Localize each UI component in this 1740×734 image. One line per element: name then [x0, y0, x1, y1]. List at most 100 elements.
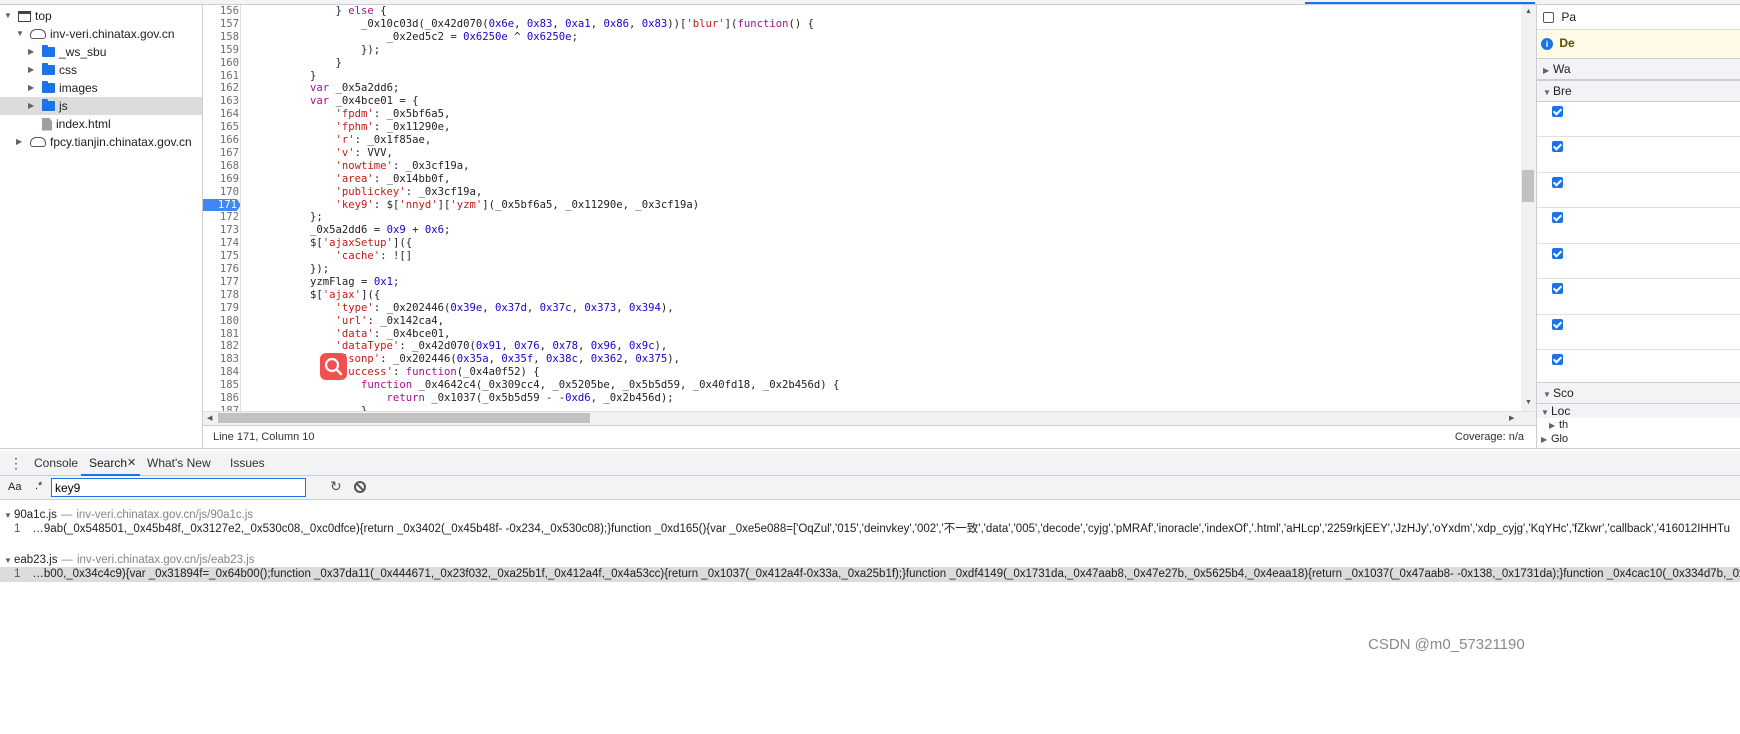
- breakpoint-item[interactable]: [1537, 315, 1740, 350]
- expand-icon[interactable]: ▶: [16, 133, 26, 151]
- collapse-icon[interactable]: ▼: [4, 7, 14, 25]
- code-line[interactable]: 166 'r': _0x1f85ae,: [203, 134, 1521, 147]
- breakpoint-checkbox[interactable]: [1552, 283, 1563, 295]
- line-number[interactable]: 159: [203, 44, 239, 57]
- breakpoint-item[interactable]: [1537, 138, 1740, 173]
- line-number[interactable]: 156: [203, 5, 239, 18]
- code-line[interactable]: 171 'key9': $['nnyd']['yzm'](_0x5bf6a5, …: [203, 198, 1521, 212]
- tree-item[interactable]: ▶ images: [28, 79, 98, 97]
- result-match[interactable]: 1 …b00,_0x34c4c9){var _0x31894f=_0x64b00(…: [0, 567, 1740, 582]
- horizontal-scroll-thumb[interactable]: [218, 413, 590, 423]
- line-number[interactable]: 168: [203, 160, 239, 173]
- clear-icon[interactable]: [354, 481, 366, 493]
- tree-item[interactable]: ▼ top: [4, 7, 52, 25]
- line-number[interactable]: 183: [203, 353, 239, 366]
- code-line[interactable]: 170 'publickey': _0x3cf19a,: [203, 186, 1521, 199]
- breakpoint-item[interactable]: [1537, 244, 1740, 279]
- code-line[interactable]: 168 'nowtime': _0x3cf19a,: [203, 160, 1521, 173]
- line-number[interactable]: 157: [203, 18, 239, 31]
- code-line[interactable]: 179 'type': _0x202446(0x39e, 0x37d, 0x37…: [203, 302, 1521, 315]
- line-number[interactable]: 177: [203, 276, 239, 289]
- global-scope[interactable]: ▶ Glo: [1537, 432, 1740, 446]
- breakpoint-checkbox[interactable]: [1552, 354, 1563, 366]
- expand-icon[interactable]: ▶: [28, 79, 38, 97]
- tab-console[interactable]: Console: [34, 451, 78, 476]
- breakpoint-checkbox[interactable]: [1552, 318, 1563, 330]
- tree-item[interactable]: index.html: [28, 115, 111, 133]
- breakpoint-checkbox[interactable]: [1552, 212, 1563, 224]
- code-line[interactable]: 186 return _0x1037(_0x5b5d59 - -0xd6, _0…: [203, 392, 1521, 405]
- line-number[interactable]: 163: [203, 95, 239, 108]
- pause-checkbox[interactable]: [1543, 12, 1554, 24]
- tree-item[interactable]: ▼ inv-veri.chinatax.gov.cn: [16, 25, 175, 43]
- line-number[interactable]: 181: [203, 328, 239, 341]
- code-line[interactable]: 180 'url': _0x142ca4,: [203, 315, 1521, 328]
- code-line[interactable]: 185 function _0x4642c4(_0x309cc4, _0x520…: [203, 379, 1521, 392]
- pause-on-exceptions-row[interactable]: Pa: [1537, 9, 1740, 27]
- match-case-button[interactable]: Aa: [8, 481, 21, 493]
- tab-whats-new[interactable]: What's New: [147, 451, 211, 476]
- line-number[interactable]: 173: [203, 224, 239, 237]
- result-file-header[interactable]: ▼ 90a1c.js — inv-veri.chinatax.gov.cn/js/90…: [0, 508, 1740, 523]
- line-number[interactable]: 174: [203, 237, 239, 250]
- breakpoint-checkbox[interactable]: [1552, 141, 1563, 153]
- watch-section[interactable]: ▶ Wa: [1537, 58, 1740, 80]
- result-file-header[interactable]: ▼ eab23.js — inv-veri.chinatax.gov.cn/js/ea…: [0, 553, 1740, 568]
- code-line[interactable]: 173 _0x5a2dd6 = 0x9 + 0x6;: [203, 224, 1521, 237]
- refresh-icon[interactable]: ↻: [330, 478, 342, 495]
- line-number[interactable]: 158: [203, 31, 239, 44]
- code-line[interactable]: 158 _0x2ed5c2 = 0x6250e ^ 0x6250e;: [203, 31, 1521, 44]
- line-number[interactable]: 178: [203, 289, 239, 302]
- line-number[interactable]: 175: [203, 250, 239, 263]
- code-line[interactable]: 165 'fphm': _0x11290e,: [203, 121, 1521, 134]
- this-variable[interactable]: ▶ th: [1537, 418, 1740, 432]
- close-tab-icon[interactable]: ✕: [127, 451, 136, 476]
- code-line[interactable]: 157 _0x10c03d(_0x42d070(0x6e, 0x83, 0xa1…: [203, 18, 1521, 31]
- code-line[interactable]: 159 });: [203, 44, 1521, 57]
- breakpoint-checkbox[interactable]: [1552, 247, 1563, 259]
- collapse-icon[interactable]: ▼: [16, 25, 26, 43]
- scroll-down-icon[interactable]: ▼: [1525, 399, 1532, 406]
- code-line[interactable]: 183 'jsonp': _0x202446(0x35a, 0x35f, 0x3…: [203, 353, 1521, 366]
- code-line[interactable]: 175 'cache': ![]: [203, 250, 1521, 263]
- code-line[interactable]: 156 } else {: [203, 5, 1521, 18]
- more-tools-icon[interactable]: ⋮: [9, 454, 23, 472]
- vertical-scrollbar[interactable]: ▲ ▼: [1521, 5, 1536, 411]
- expand-icon[interactable]: ▶: [28, 97, 38, 115]
- breakpoint-item[interactable]: [1537, 280, 1740, 315]
- line-number[interactable]: 172: [203, 211, 239, 224]
- code-line[interactable]: 169 'area': _0x14bb0f,: [203, 173, 1521, 186]
- scroll-left-icon[interactable]: ◀: [207, 414, 212, 422]
- line-number[interactable]: 182: [203, 340, 239, 353]
- code-line[interactable]: 177 yzmFlag = 0x1;: [203, 276, 1521, 289]
- code-line[interactable]: 163 var _0x4bce01 = {: [203, 95, 1521, 108]
- line-number[interactable]: 164: [203, 108, 239, 121]
- breakpoint-item[interactable]: [1537, 209, 1740, 244]
- tree-item[interactable]: ▶ fpcy.tianjin.chinatax.gov.cn: [16, 133, 192, 151]
- code-line[interactable]: 181 'data': _0x4bce01,: [203, 328, 1521, 341]
- line-number[interactable]: 186: [203, 392, 239, 405]
- expand-icon[interactable]: ▶: [28, 61, 38, 79]
- code-line[interactable]: 161 }: [203, 70, 1521, 83]
- breakpoints-section[interactable]: ▼ Bre: [1537, 80, 1740, 102]
- search-input[interactable]: [51, 478, 306, 497]
- line-number[interactable]: 169: [203, 173, 239, 186]
- line-number[interactable]: 180: [203, 315, 239, 328]
- line-number[interactable]: 184: [203, 366, 239, 379]
- tree-item[interactable]: ▶ js: [0, 97, 202, 115]
- line-number[interactable]: 176: [203, 263, 239, 276]
- line-number[interactable]: 165: [203, 121, 239, 134]
- code-line[interactable]: 176 });: [203, 263, 1521, 276]
- expand-icon[interactable]: ▶: [28, 43, 38, 61]
- search-overlay-icon[interactable]: [320, 353, 347, 380]
- breakpoint-item[interactable]: [1537, 102, 1740, 137]
- line-number[interactable]: 179: [203, 302, 239, 315]
- code-line[interactable]: 182 'dataType': _0x42d070(0x91, 0x76, 0x…: [203, 340, 1521, 353]
- breakpoint-checkbox[interactable]: [1552, 105, 1563, 117]
- code-line[interactable]: 178 $['ajax']({: [203, 289, 1521, 302]
- line-number[interactable]: 166: [203, 134, 239, 147]
- scope-section[interactable]: ▼ Sco: [1537, 382, 1740, 404]
- tab-issues[interactable]: Issues: [230, 451, 265, 476]
- scroll-right-icon[interactable]: ▶: [1509, 414, 1514, 422]
- code-editor[interactable]: 156 } else {157 _0x10c03d(_0x42d070(0x6e…: [203, 5, 1521, 411]
